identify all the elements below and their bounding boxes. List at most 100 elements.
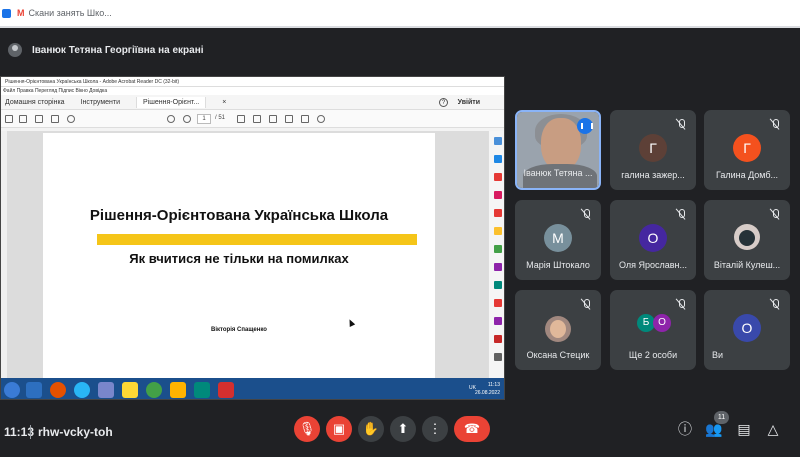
camera-toggle-button[interactable]: ▣ <box>326 416 352 442</box>
participant-name: Оксана Стецик <box>526 350 590 360</box>
tab-close-icon: × <box>222 98 227 106</box>
chrome-icon <box>146 381 162 398</box>
participant-name: Галина Домб... <box>715 170 779 180</box>
participant-name: Ви <box>712 350 724 360</box>
tab-document: Рішення-Орієнт... <box>136 96 207 108</box>
presenter-label: Іванюк Тетяна Георгіївна на екрані <box>32 44 204 56</box>
participant-photo-face <box>550 320 566 338</box>
meeting-info-button[interactable]: ⓘ <box>674 418 696 440</box>
page-down-icon <box>183 115 191 123</box>
bookmark-label[interactable]: Скани занять Шко... <box>29 8 112 18</box>
start-button-icon <box>4 381 20 398</box>
page-total: / 51 <box>215 115 226 121</box>
zoom-tool-icon <box>494 137 502 145</box>
participant-avatar: М <box>544 224 572 252</box>
mic-toggle-button[interactable]: 🎙 <box>294 416 320 442</box>
mic-off-icon <box>675 118 687 130</box>
participant-avatar: Г <box>733 134 761 162</box>
slide-title: Рішення-Орієнтована Українська Школа <box>89 207 389 224</box>
participant-tile[interactable]: Віталій Кулеш... <box>704 200 790 280</box>
create-pdf-icon <box>494 173 502 181</box>
taskbar-time: 11:13 <box>487 382 500 388</box>
browser-bookmark-bar: M Скани занять Шко... <box>0 0 800 26</box>
shared-screen: Рішення-Орієнтована Українська Школа - A… <box>0 76 505 400</box>
reader-tabs: Домашня сторінка Інструменти Рішення-Орі… <box>1 95 504 110</box>
left-panel <box>1 131 7 378</box>
gmail-icon[interactable]: M <box>17 8 25 18</box>
redact-icon <box>494 299 502 307</box>
participant-name: Ще 2 особи <box>628 350 678 360</box>
mic-off-icon <box>675 298 687 310</box>
mouse-cursor-icon <box>346 318 356 327</box>
presenter-bar: Іванюк Тетяна Георгіївна на екрані <box>0 34 800 66</box>
help-icon: ? <box>439 97 448 107</box>
participant-name: Віталій Кулеш... <box>713 260 781 270</box>
mic-off-icon <box>675 208 687 220</box>
participant-tile[interactable]: Іванюк Тетяна ... <box>515 110 601 190</box>
raise-hand-button[interactable]: ✋ <box>358 416 384 442</box>
document-area: Рішення-Орієнтована Українська Школа Як … <box>1 131 504 378</box>
pdf-page: Рішення-Орієнтована Українська Школа Як … <box>43 133 435 378</box>
save-icon <box>5 115 13 123</box>
speaking-indicator-icon <box>577 118 593 134</box>
mic-off-icon <box>769 118 781 130</box>
app2-icon <box>194 381 210 398</box>
chat-button[interactable]: ▤ <box>733 418 755 440</box>
fill-sign-icon <box>494 263 502 271</box>
slide-subtitle: Як вчитися не тільки на помилках <box>129 251 349 266</box>
windows-taskbar: UK 11:13 26.08.2022 <box>1 378 504 399</box>
rotate-icon <box>317 115 325 123</box>
page-up-icon <box>167 115 175 123</box>
participant-tile-group[interactable]: Б О Ще 2 особи <box>610 290 696 370</box>
taskbar-date: 26.08.2022 <box>474 390 500 396</box>
participant-tile[interactable]: Оксана Стецик <box>515 290 601 370</box>
activities-button[interactable]: △ <box>762 418 784 440</box>
app-icon <box>98 381 114 398</box>
slide-accent-bar <box>97 234 417 245</box>
participant-name: Марія Штокало <box>526 260 590 270</box>
note-tool-icon <box>494 227 502 235</box>
participant-photo-figure <box>739 230 755 246</box>
end-call-button[interactable]: ☎ <box>454 416 490 442</box>
export-pdf-icon <box>494 155 502 163</box>
mic-off-icon <box>580 208 592 220</box>
page-number-field: 1 <box>197 114 211 124</box>
delete-icon <box>301 115 309 123</box>
edit-pdf-icon <box>494 191 502 199</box>
folder-icon <box>122 381 138 398</box>
participant-tile[interactable]: Г галина зажер... <box>610 110 696 190</box>
raise-hand-icon: ✋ <box>362 421 380 436</box>
sign-in-link: Увійти <box>457 98 480 106</box>
participant-avatar: О <box>639 224 667 252</box>
comment-icon <box>237 115 245 123</box>
acrobat-icon <box>218 381 234 398</box>
divider <box>0 26 800 28</box>
participant-avatar: Г <box>639 134 667 162</box>
protect-icon <box>494 281 502 289</box>
participant-tile[interactable]: М Марія Штокало <box>515 200 601 280</box>
presenter-avatar <box>8 43 22 57</box>
participant-tile[interactable]: О Оля Ярославн... <box>610 200 696 280</box>
present-button[interactable]: ⬆ <box>390 416 416 442</box>
mic-off-icon <box>580 298 592 310</box>
tab-home: Домашня сторінка <box>5 98 65 106</box>
telegram-icon <box>74 381 90 398</box>
participant-tile-self[interactable]: О Ви <box>704 290 790 370</box>
print-icon <box>35 115 43 123</box>
camera-off-icon: ▣ <box>332 421 346 436</box>
meeting-code: rhw-vcky-toh <box>38 425 113 439</box>
reader-menu-bar: Файл Правка Перегляд Підпис Вікно Довідк… <box>1 87 504 95</box>
mic-off-icon: 🎙 <box>298 421 316 436</box>
participant-tile[interactable]: Г Галина Домб... <box>704 110 790 190</box>
more-options-button[interactable]: ⋮ <box>422 416 448 442</box>
pen-tool-icon <box>494 335 502 343</box>
end-call-icon: ☎ <box>463 421 481 436</box>
pen-icon <box>253 115 261 123</box>
more-icon: ⋮ <box>428 421 442 436</box>
right-tools-panel <box>488 131 504 378</box>
mic-off-icon <box>769 298 781 310</box>
reader-toolbar: 1 / 51 <box>1 110 504 128</box>
participant-name: Оля Ярославн... <box>618 260 688 270</box>
media-icon <box>170 381 186 398</box>
more-tools-icon <box>494 353 502 361</box>
